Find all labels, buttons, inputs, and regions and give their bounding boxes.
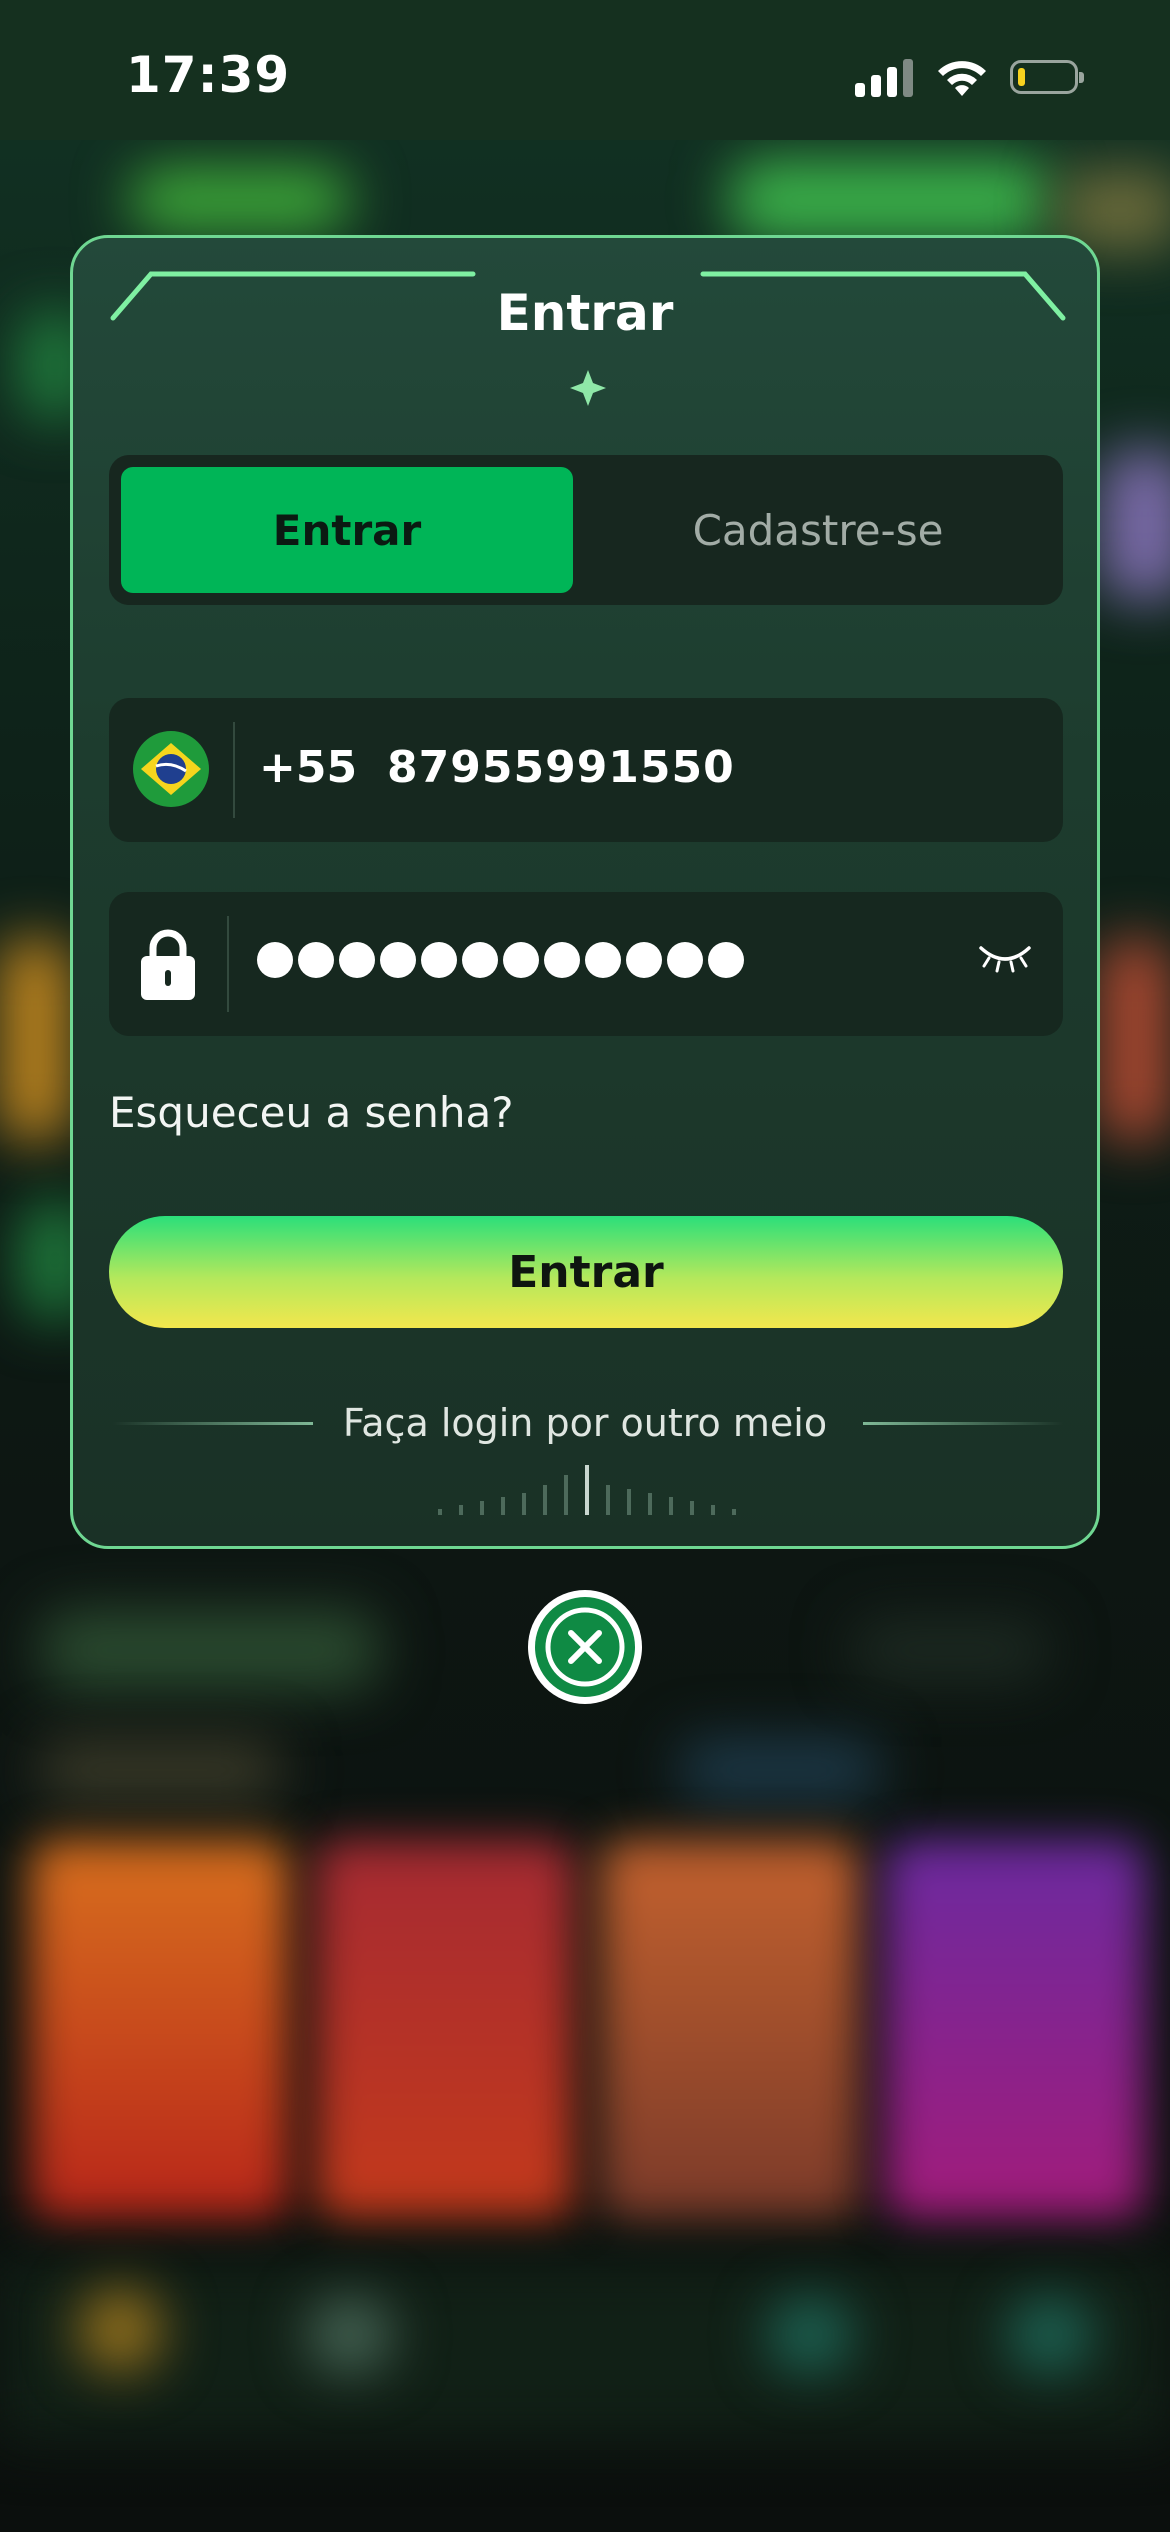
password-mask-dot — [626, 942, 662, 978]
country-code[interactable]: +55 — [259, 742, 357, 793]
close-icon[interactable] — [526, 1588, 644, 1706]
loading-bar — [522, 1493, 526, 1515]
password-mask-dot — [339, 942, 375, 978]
phone-field[interactable]: +55 87955991550 — [109, 698, 1063, 842]
brazil-flag-icon[interactable] — [133, 731, 209, 807]
status-time: 17:39 — [126, 46, 291, 104]
tab-login[interactable]: Entrar — [121, 467, 573, 593]
loading-bar — [711, 1505, 715, 1515]
field-divider — [227, 916, 229, 1012]
loading-bar — [459, 1505, 463, 1515]
password-mask-dot — [667, 942, 703, 978]
forgot-password-link[interactable]: Esqueceu a senha? — [109, 1088, 514, 1137]
loading-bar — [438, 1509, 442, 1515]
loading-bar — [585, 1465, 589, 1515]
loading-bar — [480, 1501, 484, 1515]
password-mask-dot — [544, 942, 580, 978]
password-mask-dot — [257, 942, 293, 978]
password-mask-dot — [462, 942, 498, 978]
alt-login-divider: Faça login por outro meio — [73, 1393, 1097, 1453]
loading-bar — [732, 1509, 736, 1515]
wifi-icon — [938, 61, 986, 96]
loading-bar — [690, 1501, 694, 1515]
password-input[interactable] — [257, 942, 744, 986]
cellular-signal-icon — [855, 57, 915, 97]
password-mask-dot — [585, 942, 621, 978]
loading-bar — [648, 1493, 652, 1515]
password-mask-dot — [421, 942, 457, 978]
login-modal: Entrar Entrar Cadastre-se +55 8795599155… — [70, 235, 1100, 1549]
password-mask-dot — [708, 942, 744, 978]
login-submit-button[interactable]: Entrar — [109, 1216, 1063, 1328]
phone-number-input[interactable]: 87955991550 — [387, 742, 735, 793]
auth-tabs: Entrar Cadastre-se — [109, 455, 1063, 605]
battery-icon — [1010, 60, 1084, 94]
loading-bar — [606, 1485, 610, 1515]
loading-bar — [627, 1489, 631, 1515]
loading-bar — [669, 1497, 673, 1515]
loading-bar — [501, 1497, 505, 1515]
password-field[interactable] — [109, 892, 1063, 1036]
password-mask-dot — [298, 942, 334, 978]
loading-bar — [564, 1475, 568, 1515]
eye-closed-icon[interactable] — [977, 940, 1033, 976]
tab-register[interactable]: Cadastre-se — [585, 467, 1051, 593]
lock-icon — [141, 929, 195, 1000]
status-bar: 17:39 — [0, 0, 1170, 140]
loading-bar — [543, 1485, 547, 1515]
loading-bars-icon — [438, 1465, 736, 1515]
modal-title: Entrar — [496, 284, 674, 342]
password-mask-dot — [503, 942, 539, 978]
field-divider — [233, 722, 235, 818]
password-mask-dot — [380, 942, 416, 978]
